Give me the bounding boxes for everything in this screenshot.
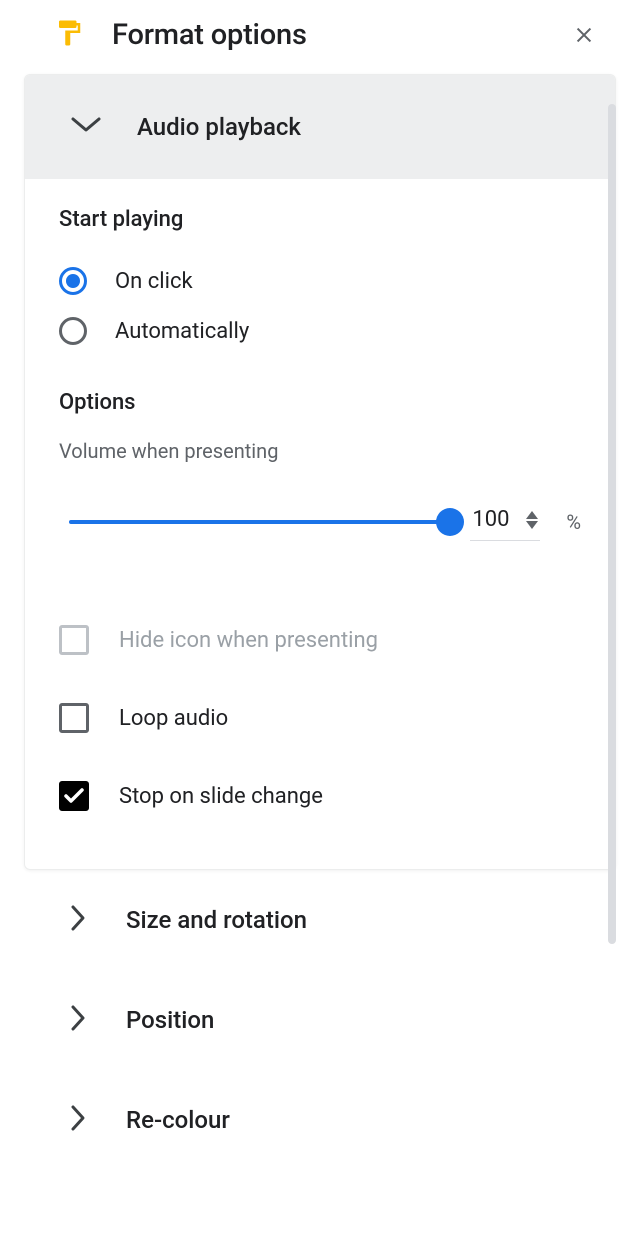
volume-slider-thumb[interactable] [436,508,464,536]
size-rotation-title: Size and rotation [126,906,307,934]
format-options-panel: Format options Audio playback Start play… [20,0,620,1170]
chevron-right-icon [70,1004,86,1036]
volume-slider-row: 100 % [69,503,581,541]
recolour-header[interactable]: Re-colour [20,1070,620,1170]
panel-title: Format options [112,18,544,52]
hide-icon-row: Hide icon when presenting [59,601,581,679]
audio-playback-body: Start playing On click Automatically Opt… [25,179,615,869]
hide-icon-label: Hide icon when presenting [119,628,378,653]
audio-playback-section: Audio playback Start playing On click Au… [24,74,616,870]
recolour-title: Re-colour [126,1106,230,1134]
scrollbar[interactable] [608,104,616,944]
volume-stepper[interactable] [526,511,538,529]
chevron-down-icon [69,115,103,139]
chevron-right-icon [70,1104,86,1136]
volume-spinner[interactable]: 100 [470,503,540,541]
position-title: Position [126,1006,214,1034]
radio-automatically[interactable]: Automatically [59,306,581,356]
loop-audio-row[interactable]: Loop audio [59,679,581,757]
options-heading: Options [59,390,581,415]
audio-playback-title: Audio playback [137,113,301,141]
volume-slider[interactable] [69,520,450,524]
start-playing-heading: Start playing [59,207,581,232]
radio-on-click-label: On click [115,269,193,294]
position-header[interactable]: Position [20,970,620,1070]
radio-automatically-label: Automatically [115,319,249,344]
loop-audio-checkbox[interactable] [59,703,89,733]
volume-value[interactable]: 100 [472,507,520,532]
radio-automatically-input[interactable] [59,317,87,345]
volume-unit: % [566,510,581,534]
arrow-down-icon[interactable] [526,521,538,529]
audio-playback-header[interactable]: Audio playback [25,75,615,179]
chevron-right-icon [70,904,86,936]
radio-on-click-input[interactable] [59,267,87,295]
format-icon [54,18,84,52]
radio-on-click[interactable]: On click [59,256,581,306]
arrow-up-icon[interactable] [526,511,538,519]
start-playing-radio-group: On click Automatically [59,256,581,356]
volume-label: Volume when presenting [59,439,581,463]
close-icon [573,24,595,46]
size-rotation-header[interactable]: Size and rotation [20,870,620,970]
stop-on-slide-change-label: Stop on slide change [119,784,323,809]
check-icon [64,788,84,804]
panel-header: Format options [20,0,620,74]
hide-icon-checkbox [59,625,89,655]
loop-audio-label: Loop audio [119,706,228,731]
stop-on-slide-change-row[interactable]: Stop on slide change [59,757,581,835]
stop-on-slide-change-checkbox[interactable] [59,781,89,811]
close-button[interactable] [572,23,596,47]
